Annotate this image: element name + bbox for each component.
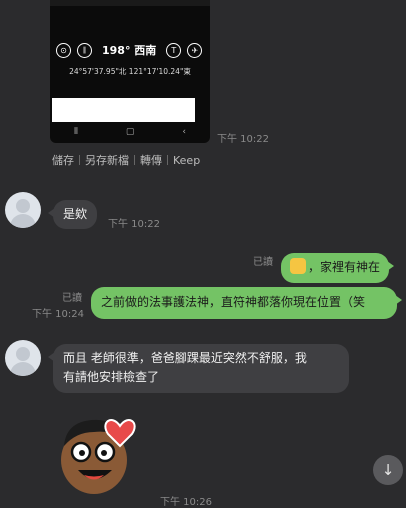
message-text: 家裡有神在	[320, 260, 381, 274]
image-top-strip	[50, 0, 210, 6]
t-icon: T	[166, 42, 182, 58]
avatar-body	[10, 362, 36, 376]
keep-action[interactable]: Keep	[173, 154, 200, 167]
avatar[interactable]	[5, 340, 41, 376]
message-bubble-outgoing[interactable]: 之前做的法事護法神，直符神都落你現在位置（笑	[91, 287, 402, 319]
save-as-action[interactable]: 另存新檔	[85, 152, 129, 168]
read-receipt: 已讀	[62, 293, 82, 304]
shared-image[interactable]: ⊙ ∥ 198° 西南 T ✈ 24°57'37.95"北 121°17'10.…	[50, 0, 210, 143]
back-icon: ‹	[182, 127, 187, 137]
recents-icon: ⦀	[73, 127, 78, 137]
message-text-line: 有請他安排檢查了	[63, 370, 160, 384]
message-time: 下午 10:22	[108, 219, 160, 230]
home-icon: ▢	[125, 127, 135, 137]
scroll-down-button[interactable]: ↓	[373, 455, 403, 485]
location-icon: ⊙	[56, 42, 71, 58]
image-time: 下午 10:22	[217, 134, 269, 145]
read-receipt: 已讀	[253, 257, 273, 268]
message-text-line: 而且 老師很準，爸爸腳踝最近突然不舒服，我	[63, 351, 307, 365]
compass-heading: 198° 西南	[102, 44, 157, 57]
avatar-head	[16, 199, 30, 213]
message-text: 之前做的法事護法神，直符神都落你現在位置（笑	[101, 295, 366, 309]
divider	[134, 155, 135, 165]
message-text: ，	[308, 260, 321, 274]
message-text: 是欸	[63, 207, 88, 221]
sticker-pupil-right	[101, 450, 107, 456]
divider	[167, 155, 168, 165]
image-actions: 儲存 另存新檔 轉傳 Keep	[52, 152, 200, 168]
avatar[interactable]	[5, 192, 41, 228]
forward-action[interactable]: 轉傳	[140, 152, 162, 168]
divider	[79, 155, 80, 165]
pin-icon: ✈	[187, 42, 203, 58]
image-white-panel	[52, 98, 195, 122]
sticker-pupil-left	[79, 450, 85, 456]
thumbs-up-icon	[290, 258, 306, 274]
image-nav-bar: ⦀ ▢ ‹	[50, 126, 210, 138]
arrow-down-icon: ↓	[381, 461, 395, 479]
avatar-head	[16, 347, 30, 361]
compass-controls: ⊙ ∥ 198° 西南 T ✈	[56, 40, 204, 60]
compass-coordinates: 24°57'37.95"北 121°17'10.24"東	[69, 67, 191, 76]
message-time: 下午 10:24	[32, 309, 84, 320]
save-action[interactable]: 儲存	[52, 152, 74, 168]
message-bubble-incoming[interactable]: 而且 老師很準，爸爸腳踝最近突然不舒服，我 有請他安排檢查了	[48, 344, 349, 393]
message-bubble-outgoing[interactable]: ，家裡有神在	[281, 253, 395, 283]
sticker[interactable]	[54, 408, 140, 498]
message-time: 下午 10:26	[160, 497, 212, 508]
pause-icon: ∥	[77, 42, 92, 58]
avatar-body	[10, 214, 36, 228]
message-bubble-incoming[interactable]: 是欸	[47, 200, 98, 229]
